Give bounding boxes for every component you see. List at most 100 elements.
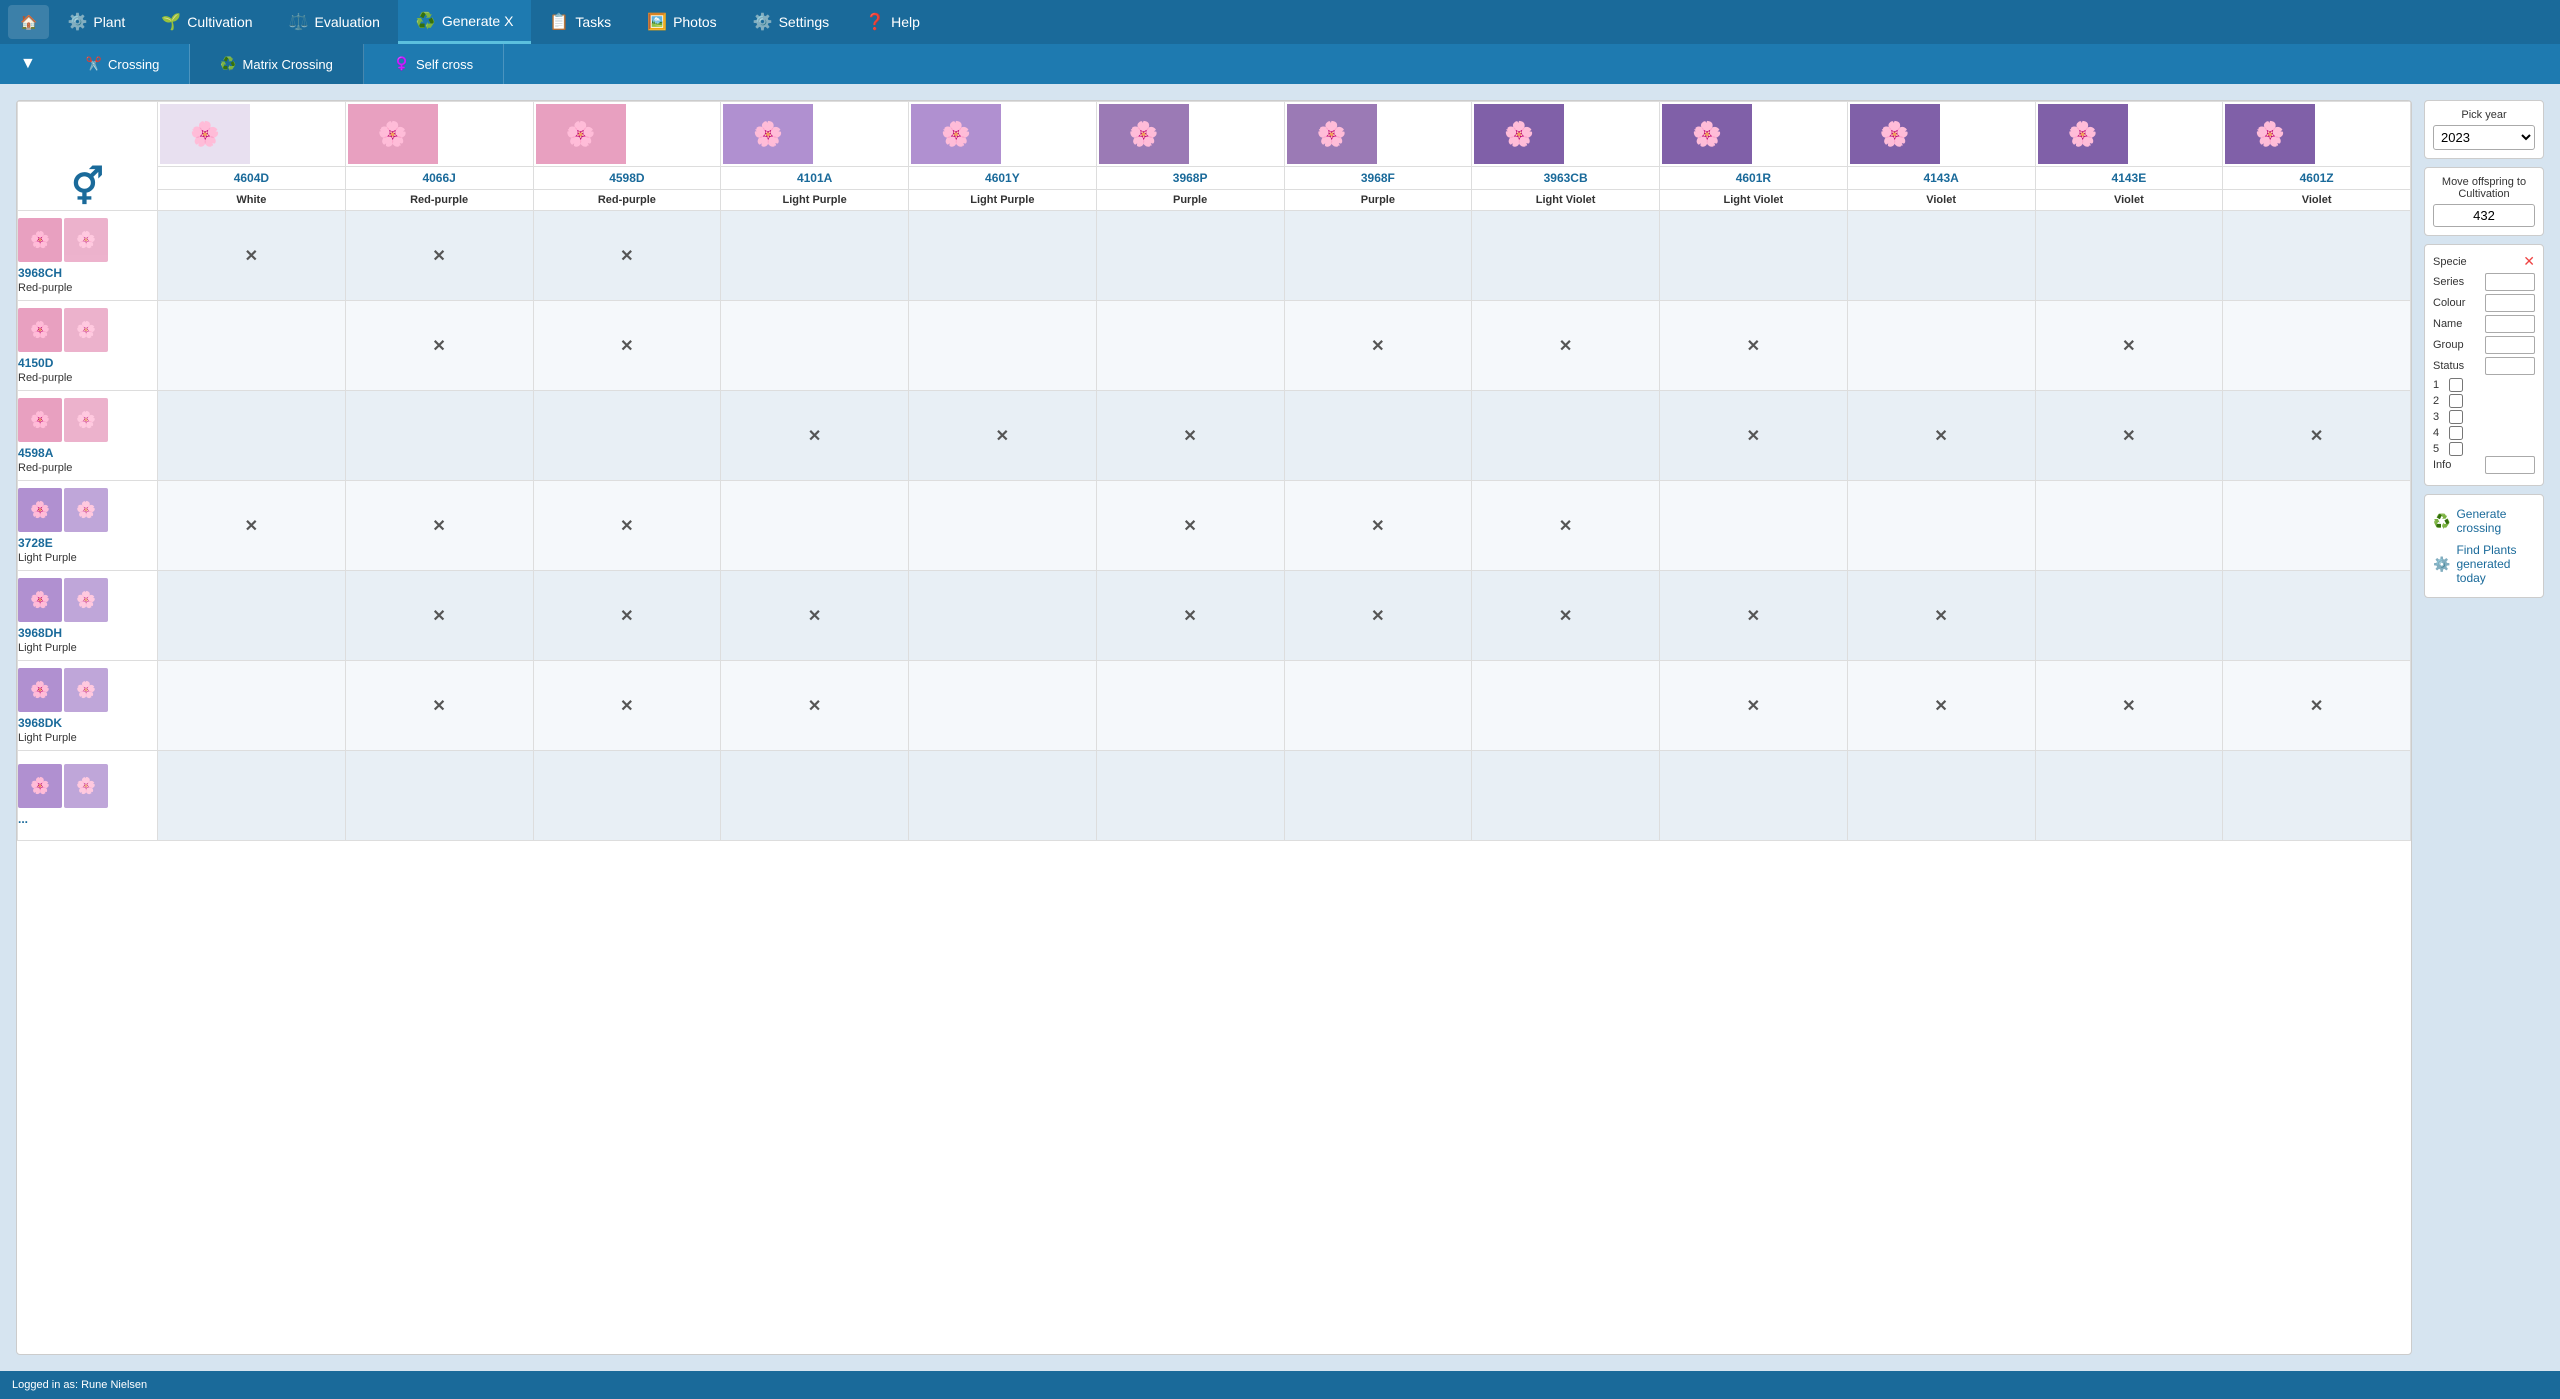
cross-cell-3968DK-3963CB[interactable] — [1472, 661, 1660, 751]
cross-cell-...-4143A[interactable] — [1847, 751, 2035, 841]
num-5-checkbox[interactable] — [2449, 442, 2463, 456]
cross-cell-3728E-4143E[interactable] — [2035, 481, 2223, 571]
cross-cell-4598A-4066J[interactable] — [345, 391, 533, 481]
cross-cell-3968DH-3963CB[interactable]: ✕ — [1472, 571, 1660, 661]
cross-cell-3968DH-4101A[interactable]: ✕ — [721, 571, 909, 661]
cross-cell-...-3963CB[interactable] — [1472, 751, 1660, 841]
generate-crossing-btn[interactable]: ♻️ Generate crossing — [2433, 503, 2535, 539]
cross-cell-3968DH-4143E[interactable] — [2035, 571, 2223, 661]
cross-cell-3728E-4101A[interactable] — [721, 481, 909, 571]
cross-cell-3968DK-4066J[interactable]: ✕ — [345, 661, 533, 751]
cross-cell-4150D-4143E[interactable]: ✕ — [2035, 301, 2223, 391]
cross-cell-3968DK-3968F[interactable] — [1284, 661, 1472, 751]
cross-cell-3968CH-4604D[interactable]: ✕ — [158, 211, 346, 301]
cross-cell-4150D-4101A[interactable] — [721, 301, 909, 391]
cross-cell-3728E-4598D[interactable]: ✕ — [533, 481, 721, 571]
cross-cell-3968DK-4604D[interactable] — [158, 661, 346, 751]
cross-cell-...-4604D[interactable] — [158, 751, 346, 841]
cross-cell-3968CH-3968F[interactable] — [1284, 211, 1472, 301]
cross-cell-3968DK-4601Y[interactable] — [909, 661, 1097, 751]
cross-cell-3728E-4601R[interactable] — [1660, 481, 1848, 571]
cross-cell-3728E-3968F[interactable]: ✕ — [1284, 481, 1472, 571]
cross-cell-4150D-4601Y[interactable] — [909, 301, 1097, 391]
cross-cell-...-4101A[interactable] — [721, 751, 909, 841]
cross-cell-4598A-3963CB[interactable] — [1472, 391, 1660, 481]
sub-nav-crossing[interactable]: ✂️ Crossing — [56, 44, 190, 84]
cross-cell-3968CH-3968P[interactable] — [1096, 211, 1284, 301]
cross-cell-3968CH-4601Y[interactable] — [909, 211, 1097, 301]
cross-cell-4150D-4604D[interactable] — [158, 301, 346, 391]
cross-cell-3968CH-4598D[interactable]: ✕ — [533, 211, 721, 301]
cross-cell-4150D-4143A[interactable] — [1847, 301, 2035, 391]
num-2-checkbox[interactable] — [2449, 394, 2463, 408]
cross-cell-4150D-3963CB[interactable]: ✕ — [1472, 301, 1660, 391]
cross-cell-...-4066J[interactable] — [345, 751, 533, 841]
nav-plant[interactable]: ⚙️ Plant — [49, 0, 143, 44]
cross-cell-3968CH-4066J[interactable]: ✕ — [345, 211, 533, 301]
cross-cell-...-4601Y[interactable] — [909, 751, 1097, 841]
find-plants-btn[interactable]: ⚙️ Find Plants generated today — [2433, 539, 2535, 589]
cross-cell-3968CH-4143A[interactable] — [1847, 211, 2035, 301]
offspring-input[interactable] — [2433, 204, 2535, 227]
group-input[interactable] — [2485, 336, 2535, 354]
status-input[interactable] — [2485, 357, 2535, 375]
cross-cell-...-4601R[interactable] — [1660, 751, 1848, 841]
cross-cell-3728E-4601Y[interactable] — [909, 481, 1097, 571]
cross-cell-3968CH-4143E[interactable] — [2035, 211, 2223, 301]
cross-cell-3968CH-4101A[interactable] — [721, 211, 909, 301]
cross-cell-3968DH-4066J[interactable]: ✕ — [345, 571, 533, 661]
cross-cell-...-4601Z[interactable] — [2223, 751, 2411, 841]
cross-cell-3728E-4604D[interactable]: ✕ — [158, 481, 346, 571]
year-select[interactable]: 2023 2022 2024 — [2433, 125, 2535, 150]
sub-nav-self-cross[interactable]: ♀️ Self cross — [364, 44, 504, 84]
nav-cultivation[interactable]: 🌱 Cultivation — [143, 0, 270, 44]
nav-photos[interactable]: 🖼️ Photos — [629, 0, 735, 44]
cross-cell-3968CH-4601Z[interactable] — [2223, 211, 2411, 301]
cross-cell-4150D-4601Z[interactable] — [2223, 301, 2411, 391]
sub-nav-matrix-crossing[interactable]: ♻️ Matrix Crossing — [190, 44, 363, 84]
num-4-checkbox[interactable] — [2449, 426, 2463, 440]
cross-cell-3968DH-4143A[interactable]: ✕ — [1847, 571, 2035, 661]
cross-cell-3968CH-3963CB[interactable] — [1472, 211, 1660, 301]
cross-cell-3728E-3968P[interactable]: ✕ — [1096, 481, 1284, 571]
cross-cell-3968DH-3968F[interactable]: ✕ — [1284, 571, 1472, 661]
cross-cell-3968DH-4598D[interactable]: ✕ — [533, 571, 721, 661]
sub-nav-dropdown[interactable]: ▼ — [0, 44, 56, 84]
cross-cell-4598A-4143A[interactable]: ✕ — [1847, 391, 2035, 481]
cross-cell-3968DK-4143A[interactable]: ✕ — [1847, 661, 2035, 751]
num-1-checkbox[interactable] — [2449, 378, 2463, 392]
cross-cell-4598A-3968P[interactable]: ✕ — [1096, 391, 1284, 481]
cross-cell-...-3968F[interactable] — [1284, 751, 1472, 841]
cross-cell-4150D-3968P[interactable] — [1096, 301, 1284, 391]
cross-cell-3968DH-4601Z[interactable] — [2223, 571, 2411, 661]
cross-cell-3728E-4601Z[interactable] — [2223, 481, 2411, 571]
cross-cell-4150D-4066J[interactable]: ✕ — [345, 301, 533, 391]
cross-cell-3728E-3963CB[interactable]: ✕ — [1472, 481, 1660, 571]
num-3-checkbox[interactable] — [2449, 410, 2463, 424]
nav-generate-x[interactable]: ♻️ Generate X — [398, 0, 532, 44]
cross-cell-3728E-4143A[interactable] — [1847, 481, 2035, 571]
cross-cell-3968DK-4143E[interactable]: ✕ — [2035, 661, 2223, 751]
cross-cell-3968DK-4101A[interactable]: ✕ — [721, 661, 909, 751]
cross-cell-3968DK-4598D[interactable]: ✕ — [533, 661, 721, 751]
cross-cell-3968CH-4601R[interactable] — [1660, 211, 1848, 301]
colour-input[interactable] — [2485, 294, 2535, 312]
home-button[interactable]: 🏠 — [8, 5, 49, 39]
cross-cell-4598A-4601Z[interactable]: ✕ — [2223, 391, 2411, 481]
cross-cell-3968DH-4601Y[interactable] — [909, 571, 1097, 661]
cross-cell-...-4598D[interactable] — [533, 751, 721, 841]
cross-cell-3968DH-4604D[interactable] — [158, 571, 346, 661]
nav-settings[interactable]: ⚙️ Settings — [735, 0, 848, 44]
cross-cell-3968DK-3968P[interactable] — [1096, 661, 1284, 751]
cross-cell-4150D-4598D[interactable]: ✕ — [533, 301, 721, 391]
cross-cell-3728E-4066J[interactable]: ✕ — [345, 481, 533, 571]
specie-clear-icon[interactable]: ✕ — [2523, 253, 2535, 270]
cross-cell-...-4143E[interactable] — [2035, 751, 2223, 841]
nav-tasks[interactable]: 📋 Tasks — [531, 0, 629, 44]
cross-cell-4598A-4604D[interactable] — [158, 391, 346, 481]
cross-cell-4150D-3968F[interactable]: ✕ — [1284, 301, 1472, 391]
cross-cell-4598A-4598D[interactable] — [533, 391, 721, 481]
cross-cell-3968DH-4601R[interactable]: ✕ — [1660, 571, 1848, 661]
cross-cell-3968DK-4601Z[interactable]: ✕ — [2223, 661, 2411, 751]
name-input[interactable] — [2485, 315, 2535, 333]
